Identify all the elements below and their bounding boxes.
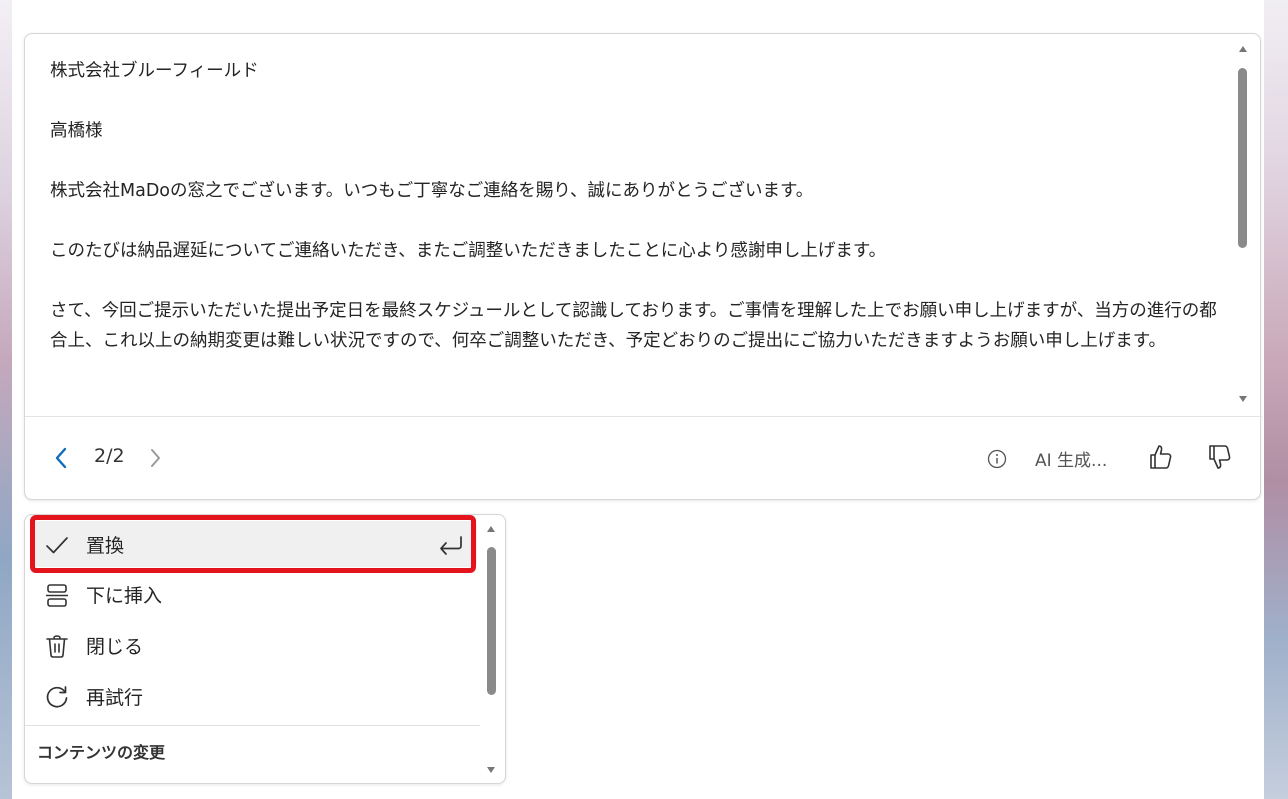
scrollbar-thumb[interactable] [487,547,496,695]
info-icon[interactable] [987,449,1007,469]
section-header: コンテンツの変更 [37,743,166,762]
like-button[interactable] [1146,442,1174,472]
menu-item-label: 置換 [86,535,125,557]
draft-paragraph: 株式会社MaDoの窓之でございます。いつもご丁寧なご連絡を賜り、誠にありがとうご… [50,181,814,201]
divider [25,725,480,726]
draft-text: 株式会社ブルーフィールド 高橋様 株式会社MaDoの窓之でございます。いつもご丁… [50,56,1220,386]
scroll-down-arrow[interactable] [1239,396,1247,402]
draft-paragraph: このたびは納品遅延についてご連絡いただき、またご調整いただきましたことに心より感… [50,241,887,261]
draft-footer: 2/2 AI 生成... [25,417,1262,501]
chevron-left-icon [55,447,67,469]
trash-icon [45,634,69,658]
previous-draft-button[interactable] [51,443,73,473]
enter-icon [437,534,465,556]
scrollbar-thumb[interactable] [1238,68,1247,248]
close-menu-item[interactable]: 閉じる [33,622,477,668]
generated-draft-card: 株式会社ブルーフィールド 高橋様 株式会社MaDoの窓之でございます。いつもご丁… [24,33,1262,501]
insert-below-menu-item[interactable]: 下に挿入 [33,571,477,617]
thumbs-down-icon [1209,445,1231,469]
checkmark-icon [45,533,69,557]
scroll-up-arrow[interactable] [1239,46,1247,52]
draft-paragraph: 高橋様 [50,121,103,141]
action-menu: 置換 下に挿入 閉じる 再試行 コンテンツの変更 [24,514,506,784]
background-left [0,0,12,799]
insert-below-icon [45,583,69,607]
retry-menu-item[interactable]: 再試行 [33,673,477,719]
menu-item-label: 再試行 [86,687,144,709]
retry-icon [45,685,69,709]
draft-page-counter: 2/2 [94,445,125,467]
background-right [1264,0,1288,799]
scroll-up-arrow[interactable] [487,526,495,532]
dislike-button[interactable] [1205,442,1233,472]
menu-item-label: 下に挿入 [86,585,163,607]
draft-paragraph: 株式会社ブルーフィールド [50,61,259,81]
next-draft-button[interactable] [145,443,167,473]
ai-generated-label[interactable]: AI 生成... [1035,446,1107,471]
draft-text-area[interactable]: 株式会社ブルーフィールド 高橋様 株式会社MaDoの窓之でございます。いつもご丁… [25,34,1262,416]
draft-paragraph: さて、今回ご提示いただいた提出予定日を最終スケジュールとして認識しております。ご… [50,301,1217,351]
chevron-right-icon [151,449,160,467]
scroll-down-arrow[interactable] [487,767,495,773]
thumbs-up-icon [1150,445,1172,469]
menu-item-label: 閉じる [86,636,144,658]
replace-menu-item[interactable]: 置換 [33,521,477,567]
